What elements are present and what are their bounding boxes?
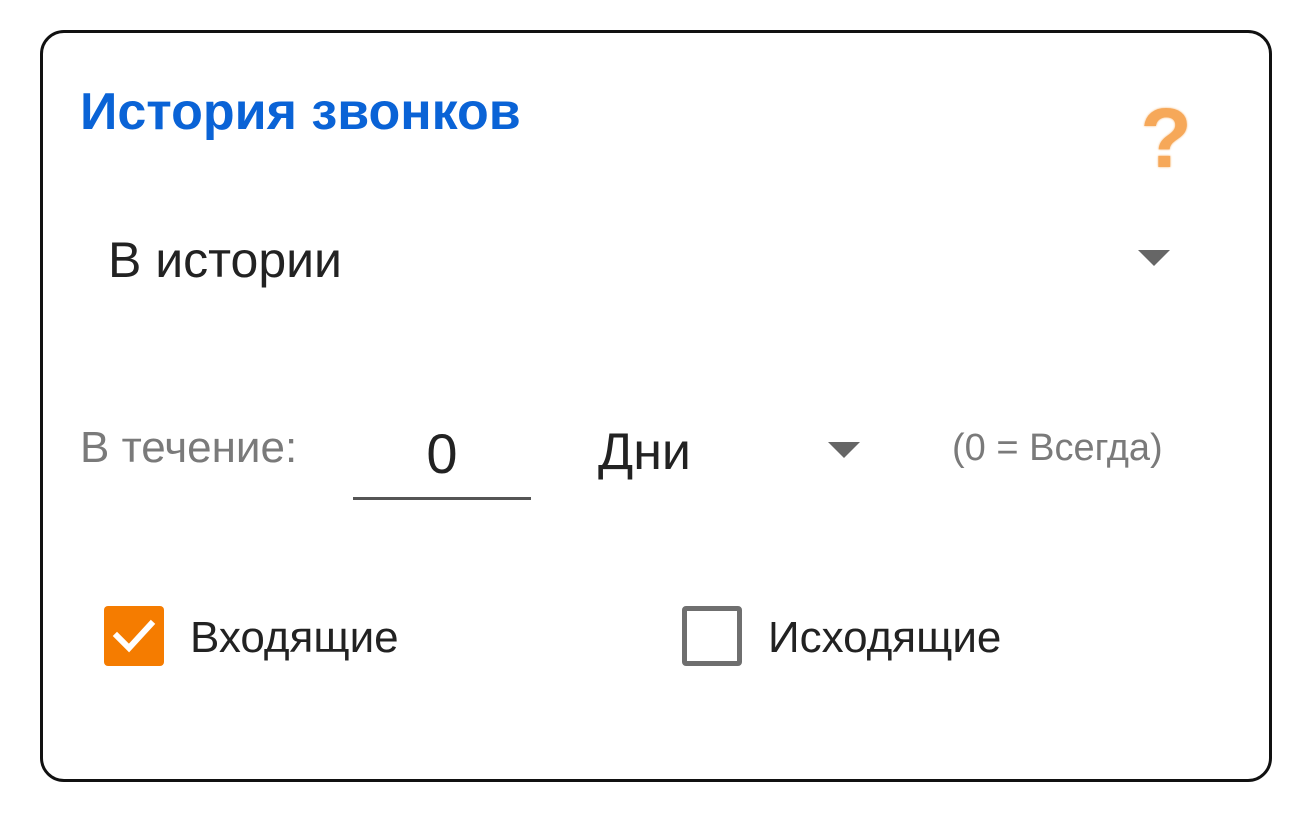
question-mark-icon[interactable]: ? [1138, 96, 1194, 180]
period-label: В течение: [80, 423, 298, 472]
dropdown-caret-icon [1138, 250, 1170, 266]
outgoing-checkbox[interactable] [682, 606, 742, 666]
history-dropdown-value: В истории [108, 232, 342, 288]
checkmark-icon [112, 619, 156, 653]
dropdown-caret-icon [828, 442, 860, 458]
outgoing-checkbox-label: Исходящие [768, 613, 1002, 662]
card-title: История звонков [80, 83, 521, 141]
days-input[interactable] [353, 410, 531, 500]
incoming-checkbox-row[interactable]: Входящие [100, 600, 460, 672]
unit-dropdown-value: Дни [598, 423, 691, 481]
period-hint: (0 = Всегда) [952, 427, 1163, 469]
incoming-checkbox-label: Входящие [190, 613, 399, 662]
incoming-checkbox[interactable] [104, 606, 164, 666]
outgoing-checkbox-row[interactable]: Исходящие [678, 600, 1078, 672]
unit-dropdown[interactable]: Дни [580, 412, 880, 488]
history-dropdown[interactable]: В истории [90, 220, 1190, 300]
